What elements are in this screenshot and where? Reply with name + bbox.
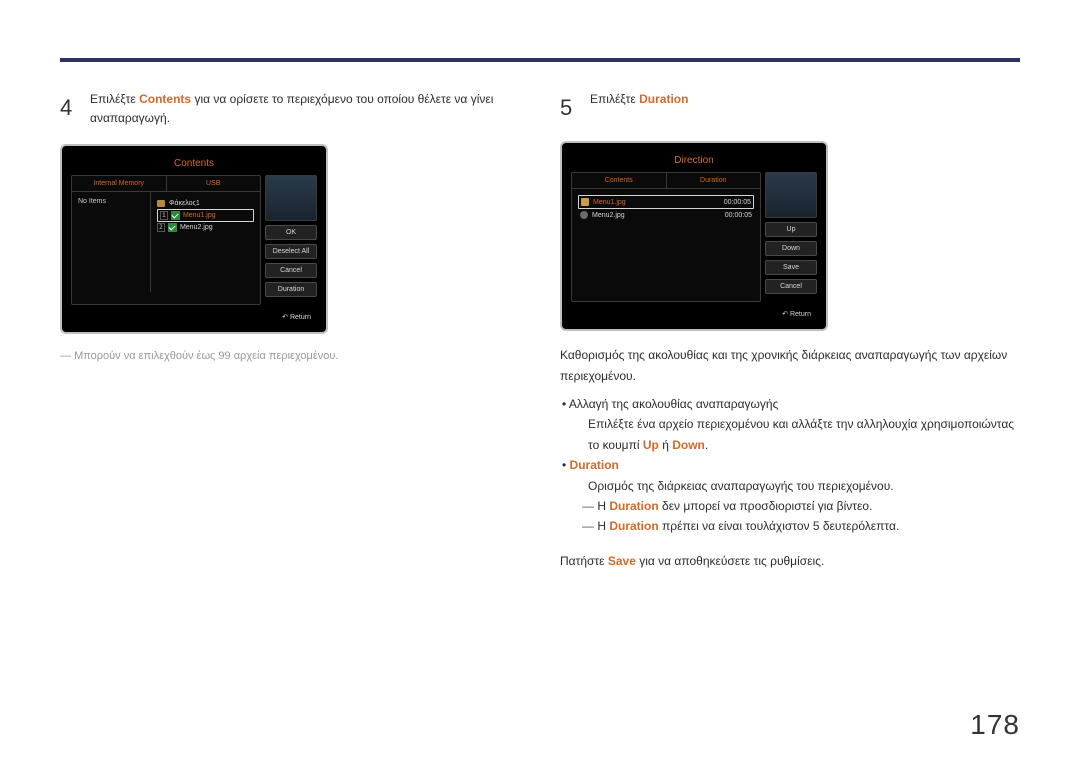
left-column: 4 Επιλέξτε Contents για να ορίσετε το πε… xyxy=(60,90,520,571)
down-keyword: Down xyxy=(672,438,705,452)
bullet-list: Αλλαγή της ακολουθίας αναπαραγωγής Επιλέ… xyxy=(560,394,1020,537)
duration-keyword: Duration xyxy=(609,519,658,533)
file-name: Menu2.jpg xyxy=(180,224,213,231)
up-button[interactable]: Up xyxy=(765,222,817,237)
or-text: ή xyxy=(659,438,672,452)
index-badge: 1 xyxy=(160,211,168,220)
usb-pane: Φάκελος1 1 Menu1.jpg 2 xyxy=(151,192,260,292)
folder-label: Φάκελος1 xyxy=(169,200,200,207)
file-name: Menu2.jpg xyxy=(592,212,625,219)
description-paragraph: Καθορισμός της ακολουθίας και της χρονικ… xyxy=(560,345,1020,386)
file-name: Menu1.jpg xyxy=(183,212,216,219)
bullet-sub: Επιλέξτε ένα αρχείο περιεχομένου και αλλ… xyxy=(574,414,1020,455)
t: για να αποθηκεύσετε τις ρυθμίσεις. xyxy=(636,554,824,568)
dash-item: Η Duration δεν μπορεί να προσδιοριστεί γ… xyxy=(600,496,1020,516)
contents-keyword: Contents xyxy=(139,92,191,106)
image-icon xyxy=(581,198,589,206)
duration-value: 00:00:05 xyxy=(724,199,751,206)
folder-row[interactable]: Φάκελος1 xyxy=(157,198,254,209)
duration-button[interactable]: Duration xyxy=(265,282,317,297)
preview-thumbnail xyxy=(765,172,817,218)
step-text: Επιλέξτε Contents για να ορίσετε το περι… xyxy=(90,90,520,128)
duration-keyword: Duration xyxy=(570,458,619,472)
duration-keyword: Duration xyxy=(639,92,688,106)
step-4: 4 Επιλέξτε Contents για να ορίσετε το πε… xyxy=(60,90,520,128)
down-button[interactable]: Down xyxy=(765,241,817,256)
check-icon xyxy=(168,223,177,232)
file-row-menu2[interactable]: 2 Menu2.jpg xyxy=(157,222,254,233)
right-column: 5 Επιλέξτε Duration Direction Contents D… xyxy=(560,90,1020,571)
step-5: 5 Επιλέξτε Duration xyxy=(560,90,1020,125)
tab-duration[interactable]: Duration xyxy=(666,173,761,188)
no-items-label: No Items xyxy=(78,198,106,205)
screen-title: Contents xyxy=(71,155,317,175)
bullet-title: Αλλαγή της ακολουθίας αναπαραγωγής xyxy=(569,397,779,411)
step5-text-a: Επιλέξτε xyxy=(590,92,639,106)
t: πρέπει να είναι τουλάχιστον 5 δευτερόλεπ… xyxy=(659,519,900,533)
internal-memory-pane: No Items xyxy=(72,192,151,292)
t: Πατήστε xyxy=(560,554,608,568)
folder-icon xyxy=(157,200,165,207)
tab-internal-memory[interactable]: Internal Memory xyxy=(72,176,166,191)
deselect-all-button[interactable]: Deselect All xyxy=(265,244,317,259)
tab-contents[interactable]: Contents xyxy=(572,173,666,188)
duration-row-menu1[interactable]: Menu1.jpg 00:00:05 xyxy=(578,195,754,209)
bullet-sub: Ορισμός της διάρκειας αναπαραγωγής του π… xyxy=(574,476,1020,496)
image-icon xyxy=(580,211,588,219)
return-label[interactable]: Return xyxy=(571,302,817,318)
step4-footnote: Μπορούν να επιλεχθούν έως 99 αρχεία περι… xyxy=(60,350,520,362)
two-column-layout: 4 Επιλέξτε Contents για να ορίσετε το πε… xyxy=(60,90,1020,571)
step-number: 5 xyxy=(560,90,578,125)
check-icon xyxy=(171,211,180,220)
save-paragraph: Πατήστε Save για να αποθηκεύσετε τις ρυθ… xyxy=(560,551,1020,571)
save-keyword: Save xyxy=(608,554,636,568)
return-label[interactable]: Return xyxy=(71,305,317,321)
duration-row-menu2[interactable]: Menu2.jpg 00:00:05 xyxy=(578,209,754,221)
dash-item: Η Duration πρέπει να είναι τουλάχιστον 5… xyxy=(600,516,1020,536)
duration-keyword: Duration xyxy=(609,499,658,513)
save-button[interactable]: Save xyxy=(765,260,817,275)
manual-page: 4 Επιλέξτε Contents για να ορίσετε το πε… xyxy=(0,0,1080,763)
screen-title: Direction xyxy=(571,152,817,172)
t: Η xyxy=(597,499,609,513)
step-number: 4 xyxy=(60,90,78,125)
direction-panel: Contents Duration Menu1.jpg 00:00:05 Men… xyxy=(571,172,761,302)
header-divider xyxy=(60,58,1020,62)
step-text: Επιλέξτε Duration xyxy=(590,90,688,109)
side-buttons: Up Down Save Cancel xyxy=(765,172,817,302)
dash-list: Η Duration δεν μπορεί να προσδιοριστεί γ… xyxy=(574,496,1020,537)
t: δεν μπορεί να προσδιοριστεί για βίντεο. xyxy=(659,499,873,513)
dot: . xyxy=(705,438,708,452)
file-name: Menu1.jpg xyxy=(593,199,626,206)
side-buttons: OK Deselect All Cancel Duration xyxy=(265,175,317,305)
contents-panel: Internal Memory USB No Items xyxy=(71,175,261,305)
direction-screenshot: Direction Contents Duration Menu1.jpg 00… xyxy=(560,141,828,331)
tab-usb[interactable]: USB xyxy=(166,176,261,191)
up-keyword: Up xyxy=(643,438,659,452)
t: Η xyxy=(597,519,609,533)
bullet-sequence: Αλλαγή της ακολουθίας αναπαραγωγής Επιλέ… xyxy=(574,394,1020,455)
duration-value: 00:00:05 xyxy=(725,212,752,219)
file-row-menu1[interactable]: 1 Menu1.jpg xyxy=(157,209,254,222)
cancel-button[interactable]: Cancel xyxy=(265,263,317,278)
cancel-button[interactable]: Cancel xyxy=(765,279,817,294)
step4-text-a: Επιλέξτε xyxy=(90,92,139,106)
bullet-duration: Duration Ορισμός της διάρκειας αναπαραγω… xyxy=(574,455,1020,537)
preview-thumbnail xyxy=(265,175,317,221)
contents-screenshot: Contents Internal Memory USB No Items xyxy=(60,144,328,334)
index-badge: 2 xyxy=(157,223,165,232)
page-number: 178 xyxy=(970,709,1020,741)
ok-button[interactable]: OK xyxy=(265,225,317,240)
